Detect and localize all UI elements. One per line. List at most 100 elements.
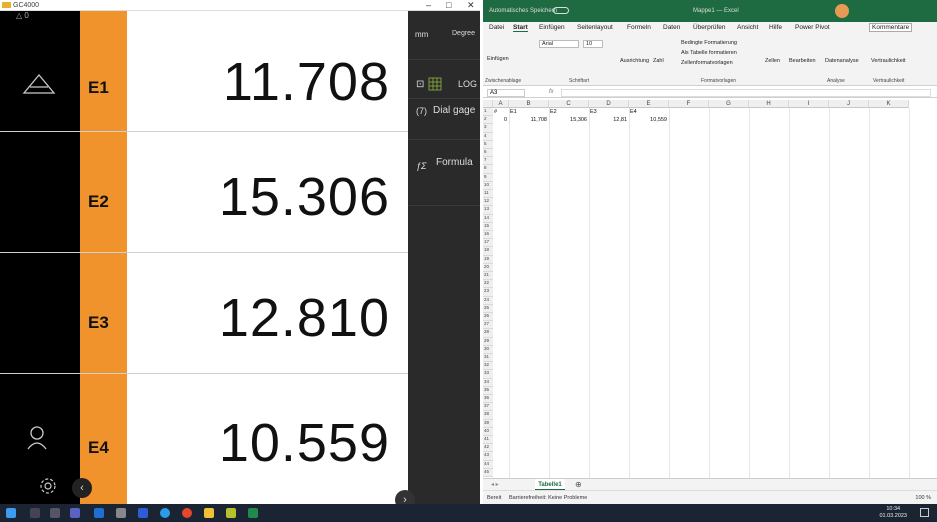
row-header[interactable]: 38 bbox=[483, 411, 493, 420]
column-header-a[interactable]: A bbox=[493, 100, 509, 108]
edit-button[interactable]: Bearbeiten bbox=[789, 58, 816, 64]
data-analysis-button[interactable]: Datenanalyse bbox=[825, 58, 859, 64]
search-icon[interactable] bbox=[30, 508, 40, 518]
number-button[interactable]: Zahl bbox=[653, 58, 664, 64]
row-header[interactable]: 27 bbox=[483, 321, 493, 330]
row-header[interactable]: 34 bbox=[483, 378, 493, 387]
row-header[interactable]: 16 bbox=[483, 231, 493, 240]
tab-start[interactable]: Start bbox=[513, 24, 528, 32]
zoom-level[interactable]: 100 % bbox=[915, 491, 931, 504]
row-header[interactable]: 32 bbox=[483, 362, 493, 371]
name-box[interactable]: A3 bbox=[487, 89, 525, 97]
teams-icon[interactable] bbox=[70, 508, 80, 518]
explorer-icon[interactable] bbox=[204, 508, 214, 518]
add-sheet-button[interactable]: ⊕ bbox=[575, 480, 582, 489]
row-header[interactable]: 35 bbox=[483, 386, 493, 395]
calculator-icon[interactable] bbox=[116, 508, 126, 518]
tab-formeln[interactable]: Formeln bbox=[627, 24, 651, 31]
row-header[interactable]: 3 bbox=[483, 124, 493, 133]
axis-row-e1[interactable]: E1 11.708 bbox=[0, 11, 408, 132]
cell[interactable]: 0 bbox=[493, 117, 507, 123]
axis-row-e2[interactable]: E2 15.306 bbox=[0, 132, 408, 253]
tab-daten[interactable]: Daten bbox=[663, 24, 680, 31]
tab-ansicht[interactable]: Ansicht bbox=[737, 24, 758, 31]
task-view-icon[interactable] bbox=[50, 508, 60, 518]
tab-seitenlayout[interactable]: Seitenlayout bbox=[577, 24, 613, 31]
formula-input[interactable] bbox=[561, 89, 931, 97]
cell-styles-button[interactable]: Zellenformatvorlagen bbox=[681, 60, 733, 66]
select-all-corner[interactable] bbox=[483, 100, 493, 108]
row-header[interactable]: 4 bbox=[483, 132, 493, 141]
minimize-button[interactable]: – bbox=[426, 0, 431, 11]
row-header[interactable]: 43 bbox=[483, 452, 493, 461]
row-header[interactable]: 15 bbox=[483, 222, 493, 231]
row-header[interactable]: 14 bbox=[483, 214, 493, 223]
row-header[interactable]: 12 bbox=[483, 198, 493, 207]
notification-icon[interactable] bbox=[920, 508, 929, 517]
row-header[interactable]: 31 bbox=[483, 354, 493, 363]
row-header[interactable]: 6 bbox=[483, 149, 493, 158]
row-header[interactable]: 30 bbox=[483, 345, 493, 354]
column-header-j[interactable]: J bbox=[829, 100, 869, 108]
edge-icon[interactable] bbox=[160, 508, 170, 518]
row-header[interactable]: 18 bbox=[483, 247, 493, 256]
axis-row-e4[interactable]: E4 10.559 bbox=[0, 374, 408, 504]
format-as-table-button[interactable]: Als Tabelle formatieren bbox=[681, 50, 737, 56]
row-header[interactable]: 20 bbox=[483, 263, 493, 272]
row-header[interactable]: 19 bbox=[483, 255, 493, 264]
outlook-icon[interactable] bbox=[94, 508, 104, 518]
spreadsheet-grid[interactable]: ABCDEFGHIJK 1 2 3 4 5 6 7 8 9 10 11 12 13 14 15 16 17 18 1… bbox=[483, 100, 937, 478]
conditional-format-button[interactable]: Bedingte Formatierung bbox=[681, 40, 737, 46]
column-header-k[interactable]: K bbox=[869, 100, 909, 108]
row-header[interactable]: 13 bbox=[483, 206, 493, 215]
maximize-button[interactable]: □ bbox=[446, 0, 451, 11]
cells-button[interactable]: Zellen bbox=[765, 58, 780, 64]
cell[interactable]: E3 bbox=[590, 109, 597, 115]
column-header-i[interactable]: I bbox=[789, 100, 829, 108]
collapse-left-button[interactable]: ‹ bbox=[72, 478, 92, 498]
row-header[interactable]: 21 bbox=[483, 272, 493, 281]
cell[interactable]: E1 bbox=[510, 109, 517, 115]
row-header[interactable]: 45 bbox=[483, 468, 493, 477]
avatar[interactable] bbox=[835, 4, 849, 18]
row-header[interactable]: 10 bbox=[483, 181, 493, 190]
row-header[interactable]: 44 bbox=[483, 460, 493, 469]
axis-row-e3[interactable]: E3 12.810 bbox=[0, 253, 408, 374]
close-button[interactable]: ✕ bbox=[467, 0, 475, 11]
row-header[interactable]: 23 bbox=[483, 288, 493, 297]
start-icon[interactable] bbox=[6, 508, 16, 518]
row-header[interactable]: 22 bbox=[483, 280, 493, 289]
cell[interactable]: 10,559 bbox=[629, 117, 667, 123]
cell[interactable]: 12,81 bbox=[589, 117, 627, 123]
row-header[interactable]: 2 bbox=[483, 116, 493, 125]
font-select[interactable]: Arial bbox=[539, 40, 579, 48]
tab-hilfe[interactable]: Hilfe bbox=[769, 24, 782, 31]
paste-button[interactable]: Einfügen bbox=[487, 56, 509, 62]
excel-taskbar-icon[interactable] bbox=[248, 508, 258, 518]
row-header[interactable]: 9 bbox=[483, 173, 493, 182]
row-header[interactable]: 28 bbox=[483, 329, 493, 338]
column-header-f[interactable]: F bbox=[669, 100, 709, 108]
comments-button[interactable]: Kommentare bbox=[869, 23, 913, 32]
row-header[interactable]: 8 bbox=[483, 165, 493, 174]
row-header[interactable]: 36 bbox=[483, 395, 493, 404]
column-header-h[interactable]: H bbox=[749, 100, 789, 108]
row-header[interactable]: 17 bbox=[483, 239, 493, 248]
sensitivity-button[interactable]: Vertraulichkeit bbox=[871, 58, 906, 64]
clock[interactable]: 10:34 01.03.2023 bbox=[879, 506, 907, 520]
log-button[interactable]: ⊡ LOG bbox=[414, 77, 480, 93]
row-header[interactable]: 33 bbox=[483, 370, 493, 379]
cell[interactable]: # bbox=[494, 109, 497, 115]
formula-button[interactable]: ƒΣ Formula bbox=[414, 156, 480, 176]
row-header[interactable]: 42 bbox=[483, 444, 493, 453]
cell[interactable]: E4 bbox=[630, 109, 637, 115]
row-header[interactable]: 7 bbox=[483, 157, 493, 166]
column-header-b[interactable]: B bbox=[509, 100, 549, 108]
cell[interactable]: 11,708 bbox=[509, 117, 547, 123]
tab-datei[interactable]: Datei bbox=[489, 24, 504, 31]
cell[interactable]: 15,306 bbox=[549, 117, 587, 123]
tab-ueberpruefen[interactable]: Überprüfen bbox=[693, 24, 726, 31]
gc4000-taskbar-icon[interactable] bbox=[226, 508, 236, 518]
unit-degree-button[interactable]: Degree bbox=[452, 30, 475, 37]
fx-icon[interactable]: fx bbox=[549, 89, 554, 95]
